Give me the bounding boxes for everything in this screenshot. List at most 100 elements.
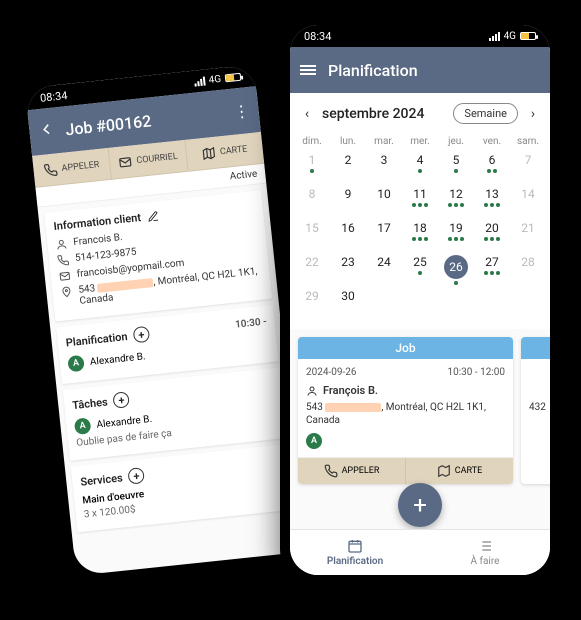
status-time: 08:34 <box>39 89 68 105</box>
page-title: Planification <box>328 61 418 80</box>
month-label: septembre 2024 <box>322 106 447 122</box>
calendar-day[interactable]: 28 <box>510 253 546 287</box>
calendar-day[interactable]: 8 <box>294 185 330 219</box>
calendar-day[interactable]: 22 <box>294 253 330 287</box>
job-cards-row[interactable]: Job 2024-09-26 10:30 - 12:00 François B. <box>290 329 550 492</box>
nav-todo[interactable]: À faire <box>420 530 550 575</box>
calendar-day[interactable]: 10 <box>366 185 402 219</box>
phone-planning: 08:34 4G Planification ‹ septembre 2024 … <box>280 15 560 585</box>
add-task-button[interactable]: + <box>113 391 131 409</box>
map-icon <box>437 464 451 478</box>
menu-icon[interactable]: ⋮ <box>232 100 252 121</box>
calendar-day[interactable]: 23 <box>330 253 366 287</box>
client-name: Francois B. <box>73 232 123 248</box>
nav-planning[interactable]: Planification <box>290 530 420 575</box>
avatar: A <box>74 417 92 435</box>
job-address: 543 , Montréal, QC H2L 1K1, Canada <box>306 401 505 427</box>
menu-icon[interactable] <box>300 63 316 77</box>
fab-add-button[interactable]: + <box>398 483 442 527</box>
service-qty: 3 x 120.00$ <box>83 504 136 520</box>
phone-icon <box>43 162 58 177</box>
assignee-name: Alexandre B. <box>89 351 146 368</box>
calendar-day[interactable]: 12 <box>438 185 474 219</box>
avatar: A <box>67 355 85 373</box>
dow-label: mar. <box>366 136 402 147</box>
calendar-day[interactable]: 16 <box>330 219 366 253</box>
calendar-day[interactable]: 29 <box>294 287 330 321</box>
network-label: 4G <box>208 73 222 85</box>
calendar-day[interactable]: 15 <box>294 219 330 253</box>
calendar-day[interactable]: 20 <box>474 219 510 253</box>
app-bar: Planification <box>290 47 550 93</box>
job-time: 10:30 - 12:00 <box>447 367 505 378</box>
section-title: Information client <box>53 211 142 233</box>
avatar: A <box>306 433 322 449</box>
person-icon <box>306 385 318 397</box>
calendar-day[interactable]: 25 <box>402 253 438 287</box>
dow-label: mer. <box>402 136 438 147</box>
dow-label: dim. <box>294 136 330 147</box>
next-month-button[interactable]: › <box>524 106 542 122</box>
signal-icon <box>489 32 500 41</box>
calendar-day[interactable]: 11 <box>402 185 438 219</box>
calendar-day[interactable]: 26 <box>438 253 474 287</box>
redacted-segment <box>325 403 381 412</box>
calendar-day[interactable]: 2 <box>330 151 366 185</box>
battery-icon <box>225 73 242 83</box>
assignee-name: Alexandre B. <box>96 413 153 430</box>
job-client: François B. <box>323 384 378 397</box>
status-time: 08:34 <box>304 30 331 43</box>
section-client-info: Information client Francois B. 514-123-9… <box>44 190 272 321</box>
phone-job-detail: 08:34 4G Job #00162 ⋮ <box>14 53 316 586</box>
calendar-day[interactable]: 19 <box>438 219 474 253</box>
calendar-day[interactable]: 6 <box>474 151 510 185</box>
redacted-segment <box>97 278 154 293</box>
person-icon <box>55 238 68 251</box>
dow-label: jeu. <box>438 136 474 147</box>
card-action-call[interactable]: APPELER <box>298 458 406 484</box>
section-title: Tâches <box>72 395 109 412</box>
job-card-next[interactable]: 432 <box>521 337 550 484</box>
planning-time: 10:30 - <box>235 316 268 330</box>
status-bar: 08:34 4G <box>290 25 550 47</box>
calendar-day[interactable]: 5 <box>438 151 474 185</box>
phone-icon <box>324 464 338 478</box>
job-date: 2024-09-26 <box>306 367 357 378</box>
section-title: Planification <box>65 330 128 349</box>
calendar-day[interactable]: 21 <box>510 219 546 253</box>
calendar-day[interactable]: 4 <box>402 151 438 185</box>
calendar-day[interactable]: 18 <box>402 219 438 253</box>
calendar-day[interactable]: 14 <box>510 185 546 219</box>
card-action-map[interactable]: CARTE <box>406 458 513 484</box>
dow-label: lun. <box>330 136 366 147</box>
bottom-nav: Planification À faire <box>290 529 550 575</box>
add-planning-button[interactable]: + <box>133 326 151 344</box>
calendar-day[interactable]: 30 <box>330 287 366 321</box>
calendar-day[interactable]: 7 <box>510 151 546 185</box>
prev-month-button[interactable]: ‹ <box>298 106 316 122</box>
mail-icon <box>118 154 133 169</box>
network-label: 4G <box>504 31 516 42</box>
calendar-grid: dim.lun.mar.mer.jeu.ven.sam. 12345678910… <box>290 134 550 329</box>
dow-label: ven. <box>474 136 510 147</box>
view-toggle[interactable]: Semaine <box>453 103 518 124</box>
dow-label: sam. <box>510 136 546 147</box>
calendar-day[interactable]: 3 <box>366 151 402 185</box>
location-icon <box>60 286 73 299</box>
section-services: Services + Main d'oeuvre 3 x 120.00$ <box>71 444 295 532</box>
calendar-day[interactable]: 24 <box>366 253 402 287</box>
edit-icon[interactable] <box>146 210 159 223</box>
calendar-day[interactable]: 9 <box>330 185 366 219</box>
job-card[interactable]: Job 2024-09-26 10:30 - 12:00 François B. <box>298 337 513 484</box>
calendar-icon <box>347 538 363 554</box>
calendar-day[interactable]: 1 <box>294 151 330 185</box>
add-service-button[interactable]: + <box>128 467 146 485</box>
calendar-day[interactable]: 13 <box>474 185 510 219</box>
phone-icon <box>57 254 70 267</box>
calendar-day[interactable]: 27 <box>474 253 510 287</box>
calendar-day[interactable]: 17 <box>366 219 402 253</box>
calendar-header: ‹ septembre 2024 Semaine › <box>290 93 550 134</box>
client-phone[interactable]: 514-123-9875 <box>75 247 138 264</box>
back-icon[interactable] <box>37 119 57 143</box>
list-icon <box>477 538 493 554</box>
